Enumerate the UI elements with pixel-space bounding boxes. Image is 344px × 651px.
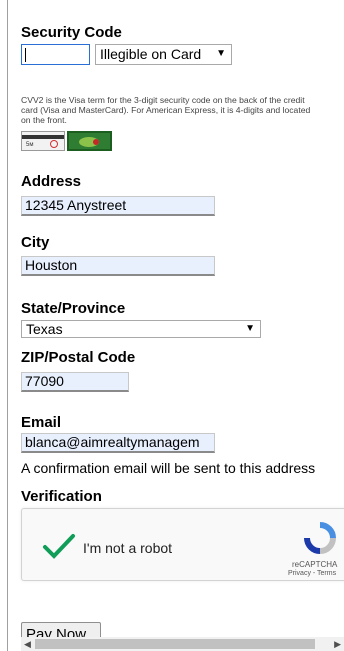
recaptcha-logo-icon	[304, 522, 336, 554]
security-code-input[interactable]	[21, 44, 90, 65]
zip-label: ZIP/Postal Code	[21, 349, 136, 366]
scrollbar-thumb[interactable]	[35, 639, 315, 649]
state-select[interactable]: Texas ▼	[21, 320, 261, 338]
scroll-right-icon[interactable]: ▶	[334, 637, 341, 651]
recaptcha-checkbox-label: I'm not a robot	[83, 540, 173, 556]
verification-label: Verification	[21, 488, 102, 505]
dropdown-arrow-icon: ▼	[216, 48, 226, 59]
recaptcha-brand: reCAPTCHA	[292, 560, 338, 569]
zip-input[interactable]: 77090	[21, 372, 129, 392]
card-back-image: 5ᴍ	[21, 131, 65, 151]
address-label: Address	[21, 173, 82, 190]
email-input[interactable]: blanca@aimrealtymanagem	[21, 433, 215, 453]
left-border	[7, 0, 8, 651]
state-select-value: Texas	[26, 321, 63, 337]
svg-text:5ᴍ: 5ᴍ	[26, 142, 33, 148]
security-code-label: Security Code	[21, 24, 122, 41]
card-front-image	[67, 131, 112, 151]
horizontal-scrollbar[interactable]: ◀ ▶	[21, 637, 344, 651]
recaptcha-widget: I'm not a robot reCAPTCHA Privacy - Term…	[21, 508, 344, 581]
scroll-left-icon[interactable]: ◀	[24, 637, 31, 651]
security-code-select-value: Illegible on Card	[100, 46, 202, 62]
security-code-select[interactable]: Illegible on Card ▼	[95, 44, 232, 65]
cvv-help-text: CVV2 is the Visa term for the 3-digit se…	[21, 95, 311, 125]
address-input[interactable]: 12345 Anystreet	[21, 196, 215, 216]
city-label: City	[21, 234, 50, 251]
checkmark-icon[interactable]	[42, 533, 76, 559]
city-input[interactable]: Houston	[21, 256, 215, 276]
text-caret	[25, 48, 26, 62]
email-note: A confirmation email will be sent to thi…	[21, 460, 316, 476]
state-label: State/Province	[21, 300, 126, 317]
email-label: Email	[21, 414, 62, 431]
recaptcha-links[interactable]: Privacy - Terms	[288, 570, 336, 577]
dropdown-arrow-icon: ▼	[245, 323, 255, 334]
